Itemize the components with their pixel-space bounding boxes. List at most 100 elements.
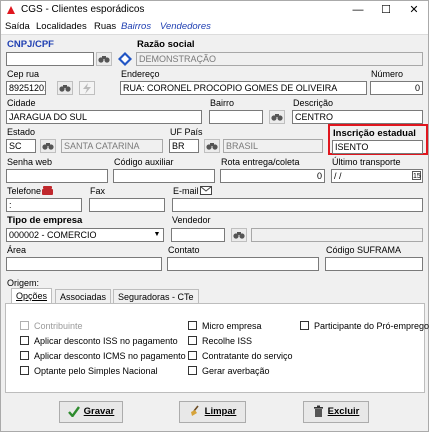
option-label: Micro empresa (202, 321, 262, 331)
menu-vendedores[interactable]: Vendedores (160, 21, 211, 32)
option-micro-empresa[interactable]: Micro empresa (188, 321, 262, 331)
telefone-field[interactable]: : (6, 198, 82, 212)
razao-label: Razão social (137, 39, 195, 50)
inscricao-field[interactable]: ISENTO (332, 140, 423, 154)
tipo-label: Tipo de empresa (7, 215, 83, 226)
minimize-button[interactable]: — (344, 1, 372, 19)
option-desconto-iss[interactable]: Aplicar desconto ISS no pagamento (20, 336, 178, 346)
bairro-field[interactable] (209, 110, 263, 124)
lightning-icon (83, 83, 91, 94)
cep-field[interactable]: 89251201 (6, 81, 46, 95)
tab-seguradoras[interactable]: Seguradoras - CTe (113, 289, 199, 304)
tab-opcoes[interactable]: Opções (11, 288, 53, 304)
lookup-button[interactable] (117, 51, 133, 66)
estado-nome-field: SANTA CATARINA (61, 139, 163, 153)
area-field[interactable] (6, 257, 162, 271)
ultimo-label: Último transporte (332, 157, 401, 167)
window-title: CGS - Clientes esporádicos (21, 4, 145, 15)
option-label: Contribuinte (34, 321, 83, 331)
suframa-label: Código SUFRAMA (326, 245, 402, 255)
uf-pais-label: UF País (170, 127, 203, 137)
vendedor-nome-field (251, 228, 423, 242)
contato-field[interactable] (167, 257, 319, 271)
uf-pais-field[interactable]: BR (169, 139, 199, 153)
cidade-field[interactable]: JARAGUA DO SUL (6, 110, 202, 124)
tipo-value: 000002 - COMERCIO (9, 230, 97, 240)
inscricao-label: Inscrição estadual (333, 128, 416, 139)
search-button[interactable] (96, 52, 112, 66)
checkbox-icon (20, 351, 29, 360)
option-label: Gerar averbação (202, 366, 270, 376)
numero-field[interactable]: 0 (370, 81, 423, 95)
codaux-field[interactable] (113, 169, 215, 183)
binoculars-icon (42, 143, 54, 150)
option-label: Contratante do serviço (202, 351, 293, 361)
email-field[interactable] (172, 198, 423, 212)
menu-bairros[interactable]: Bairros (121, 21, 151, 32)
razao-field[interactable]: DEMONSTRAÇÃO (136, 52, 423, 66)
checkbox-icon (188, 366, 197, 375)
endereco-field[interactable]: RUA: CORONEL PROCOPIO GOMES DE OLIVEIRA (120, 81, 367, 95)
option-averbacao[interactable]: Gerar averbação (188, 366, 270, 376)
estado-field[interactable]: SC (6, 139, 36, 153)
checkmark-icon (67, 406, 80, 417)
binoculars-icon (59, 85, 71, 92)
senha-field[interactable] (6, 169, 108, 183)
option-label: Aplicar desconto ICMS no pagamento (34, 351, 186, 361)
delete-button-label: Excluir (327, 406, 360, 417)
estado-search-button[interactable] (40, 139, 56, 153)
tab-opcoes-label: Opções (16, 291, 48, 301)
options-panel: Contribuinte Aplicar desconto ISS no pag… (5, 303, 429, 393)
clear-button[interactable]: Limpar (179, 401, 246, 423)
tab-associadas[interactable]: Associadas (55, 289, 112, 304)
vendedor-field[interactable] (171, 228, 225, 242)
option-contratante[interactable]: Contratante do serviço (188, 351, 293, 361)
ultimo-field[interactable]: / / 15 (331, 169, 423, 183)
menu-localidades[interactable]: Localidades (36, 21, 87, 32)
phone-icon[interactable] (42, 186, 53, 195)
suframa-field[interactable] (325, 257, 423, 271)
envelope-icon[interactable] (200, 186, 212, 195)
trash-icon (313, 405, 323, 418)
chevron-down-icon: ▼ (153, 231, 161, 238)
maximize-button[interactable]: ☐ (372, 1, 400, 19)
option-pro-emprego[interactable]: Participante do Pró-emprego (300, 321, 429, 331)
numero-label: Número (371, 69, 404, 79)
descricao-field[interactable]: CENTRO (292, 110, 423, 124)
ultimo-value: / / (334, 171, 342, 181)
save-button[interactable]: Gravar (59, 401, 123, 423)
option-label: Optante pelo Simples Nacional (34, 366, 158, 376)
cep-web-button[interactable] (79, 81, 95, 95)
calendar-icon[interactable]: 15 (412, 171, 421, 180)
delete-button[interactable]: Excluir (303, 401, 369, 423)
cep-search-button[interactable] (57, 81, 73, 95)
pais-nome-field: BRASIL (223, 139, 323, 153)
tab-associadas-label: Associadas (60, 292, 107, 302)
tab-seguradoras-label: Seguradoras - CTe (118, 292, 194, 302)
pais-search-button[interactable] (204, 139, 220, 153)
save-button-label: Gravar (83, 406, 115, 417)
vendedor-search-button[interactable] (231, 228, 247, 242)
option-recolhe-iss[interactable]: Recolhe ISS (188, 336, 252, 346)
close-button[interactable]: ✕ (400, 1, 428, 19)
checkbox-icon (20, 336, 29, 345)
fax-field[interactable] (89, 198, 165, 212)
telefone-label: Telefone (7, 186, 42, 196)
cnpj-field[interactable] (6, 52, 94, 66)
cep-label: Cep rua (7, 69, 40, 79)
vendedor-label: Vendedor (172, 215, 211, 225)
checkbox-icon (20, 366, 29, 375)
menu-ruas[interactable]: Ruas (94, 21, 116, 32)
option-simples[interactable]: Optante pelo Simples Nacional (20, 366, 158, 376)
rota-label: Rota entrega/coleta (221, 157, 300, 167)
bairro-search-button[interactable] (269, 110, 285, 124)
option-contribuinte[interactable]: Contribuinte (20, 321, 83, 331)
option-desconto-icms[interactable]: Aplicar desconto ICMS no pagamento (20, 351, 186, 361)
client-window: CGS - Clientes esporádicos — ☐ ✕ Saída L… (0, 0, 429, 432)
rota-field[interactable]: 0 (220, 169, 325, 183)
cnpj-label: CNPJ/CPF (7, 39, 54, 50)
menu-saida[interactable]: Saída (5, 21, 30, 32)
estado-label: Estado (7, 127, 36, 137)
checkbox-icon (300, 321, 309, 330)
tipo-select[interactable]: 000002 - COMERCIO ▼ (6, 228, 164, 242)
